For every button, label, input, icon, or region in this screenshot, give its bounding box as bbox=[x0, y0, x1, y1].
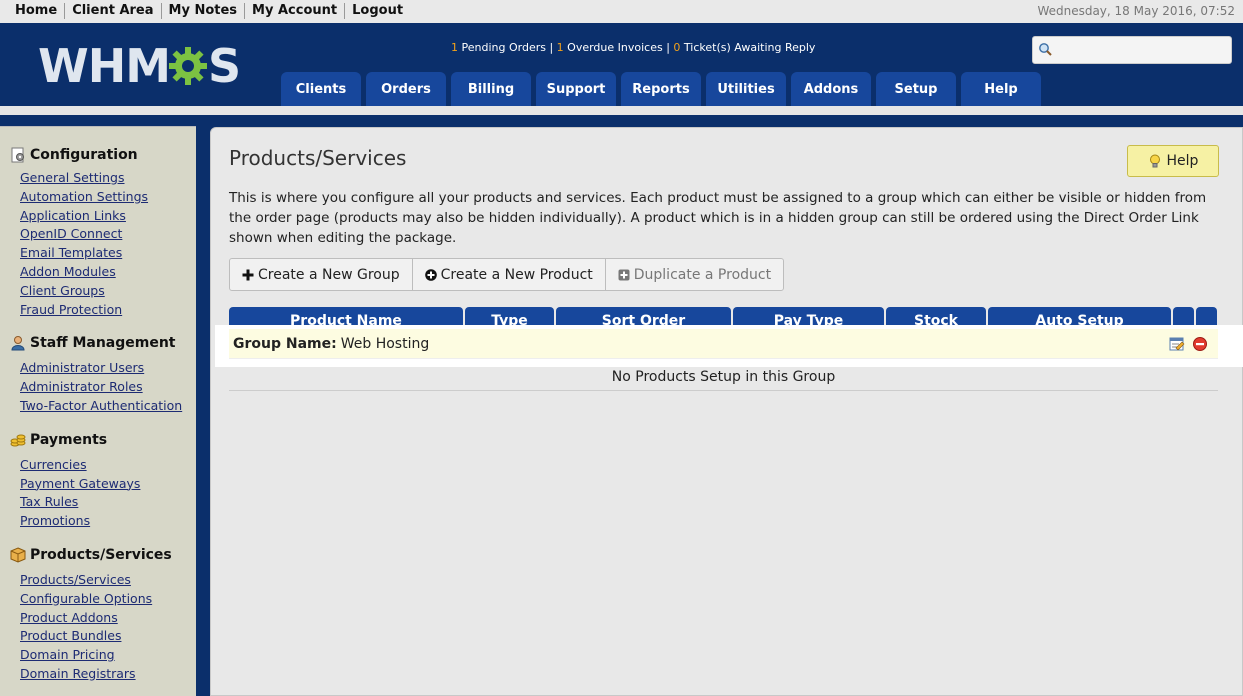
sidebar-heading: Staff Management bbox=[10, 333, 196, 353]
sidebar-section-staff-management: Staff Management Administrator Users Adm… bbox=[10, 333, 196, 415]
sidebar-heading: Configuration bbox=[10, 145, 196, 165]
table-row: Group Name: Web Hosting bbox=[215, 325, 1243, 367]
group-name-row: Group Name: Web Hosting bbox=[229, 329, 1218, 359]
logout-link[interactable]: Logout bbox=[344, 3, 410, 19]
tab-support[interactable]: Support bbox=[536, 72, 616, 106]
page-description: This is where you configure all your pro… bbox=[229, 190, 1207, 246]
tab-setup[interactable]: Setup bbox=[876, 72, 956, 106]
sidebar-item-domain-registrars[interactable]: Domain Registrars bbox=[20, 665, 196, 684]
sidebar-section-products-services: Products/Services Products/Services Conf… bbox=[10, 545, 196, 684]
sidebar-section-payments: Payments Currencies Payment Gateways Tax… bbox=[10, 430, 196, 531]
sidebar-item-domain-pricing[interactable]: Domain Pricing bbox=[20, 646, 196, 665]
main-nav: Clients Orders Billing Support Reports U… bbox=[281, 72, 1046, 106]
sidebar-item-openid-connect[interactable]: OpenID Connect bbox=[20, 225, 196, 244]
sidebar: Configuration General Settings Automatio… bbox=[0, 126, 196, 696]
plus-circle-icon bbox=[424, 268, 437, 281]
box-icon bbox=[10, 547, 26, 563]
tab-reports[interactable]: Reports bbox=[621, 72, 701, 106]
group-row-actions bbox=[1162, 336, 1208, 352]
configuration-icon bbox=[11, 147, 24, 163]
create-group-button[interactable]: Create a New Group bbox=[229, 258, 413, 291]
sidebar-item-general-settings[interactable]: General Settings bbox=[20, 169, 196, 188]
edit-icon[interactable] bbox=[1169, 336, 1185, 352]
product-actions: Create a New Group Create a New Product … bbox=[229, 258, 785, 291]
plus-icon bbox=[242, 269, 254, 280]
sidebar-item-promotions[interactable]: Promotions bbox=[20, 512, 196, 531]
lightbulb-icon bbox=[1149, 154, 1160, 168]
create-group-label: Create a New Group bbox=[258, 266, 400, 283]
delete-icon[interactable] bbox=[1192, 336, 1208, 352]
header-divider-dark bbox=[0, 115, 1243, 126]
logo-text-right: S bbox=[208, 39, 241, 93]
overdue-invoices-label[interactable]: Overdue Invoices | bbox=[567, 41, 670, 54]
notifications-bar: 1 Pending Orders | 1 Overdue Invoices | … bbox=[451, 41, 815, 54]
payments-icon bbox=[10, 434, 26, 447]
tab-orders[interactable]: Orders bbox=[366, 72, 446, 106]
sidebar-heading: Payments bbox=[10, 430, 196, 450]
page-title: Products/Services bbox=[229, 146, 407, 170]
top-links: Home Client Area My Notes My Account Log… bbox=[8, 3, 410, 19]
sidebar-item-product-bundles[interactable]: Product Bundles bbox=[20, 627, 196, 646]
sidebar-section-configuration: Configuration General Settings Automatio… bbox=[10, 145, 196, 319]
sidebar-heading: Products/Services bbox=[10, 545, 196, 565]
sidebar-item-payment-gateways[interactable]: Payment Gateways bbox=[20, 475, 196, 494]
sidebar-item-products-services[interactable]: Products/Services bbox=[20, 571, 196, 590]
tickets-count[interactable]: 0 bbox=[673, 41, 680, 54]
sidebar-heading-label: Configuration bbox=[30, 147, 138, 163]
sidebar-item-tax-rules[interactable]: Tax Rules bbox=[20, 493, 196, 512]
top-bar: Home Client Area My Notes My Account Log… bbox=[0, 0, 1243, 23]
pending-orders-label[interactable]: Pending Orders | bbox=[462, 41, 554, 54]
sidebar-item-client-groups[interactable]: Client Groups bbox=[20, 282, 196, 301]
my-account-link[interactable]: My Account bbox=[244, 3, 344, 19]
duplicate-product-label: Duplicate a Product bbox=[633, 266, 772, 283]
sidebar-item-administrator-roles[interactable]: Administrator Roles bbox=[20, 378, 196, 397]
create-product-label: Create a New Product bbox=[440, 266, 593, 283]
home-link[interactable]: Home bbox=[8, 3, 64, 19]
client-area-link[interactable]: Client Area bbox=[64, 3, 160, 19]
tab-billing[interactable]: Billing bbox=[451, 72, 531, 106]
empty-group-message: No Products Setup in this Group bbox=[229, 367, 1218, 391]
sidebar-item-product-addons[interactable]: Product Addons bbox=[20, 609, 196, 628]
help-button[interactable]: Help bbox=[1127, 145, 1219, 177]
logo-text-left: WHM bbox=[38, 39, 171, 93]
plus-square-icon bbox=[618, 269, 630, 280]
staff-icon bbox=[11, 336, 25, 351]
sidebar-heading-label: Products/Services bbox=[30, 546, 172, 563]
tab-utilities[interactable]: Utilities bbox=[706, 72, 786, 106]
sidebar-item-addon-modules[interactable]: Addon Modules bbox=[20, 263, 196, 282]
duplicate-product-button[interactable]: Duplicate a Product bbox=[604, 258, 785, 291]
group-name-label: Group Name: bbox=[233, 335, 337, 352]
header: WHM S 1 Pending Orders | 1 Overdue Invoi… bbox=[0, 23, 1243, 106]
sidebar-item-administrator-users[interactable]: Administrator Users bbox=[20, 359, 196, 378]
main-content: Products/Services Help This is where you… bbox=[210, 127, 1243, 696]
header-divider bbox=[0, 106, 1243, 115]
sidebar-item-automation-settings[interactable]: Automation Settings bbox=[20, 188, 196, 207]
tab-clients[interactable]: Clients bbox=[281, 72, 361, 106]
help-button-label: Help bbox=[1166, 153, 1199, 169]
search-input[interactable] bbox=[1032, 36, 1232, 64]
tab-addons[interactable]: Addons bbox=[791, 72, 871, 106]
sidebar-heading-label: Staff Management bbox=[30, 335, 176, 352]
sidebar-item-configurable-options[interactable]: Configurable Options bbox=[20, 590, 196, 609]
pending-orders-count[interactable]: 1 bbox=[451, 41, 458, 54]
sidebar-item-application-links[interactable]: Application Links bbox=[20, 207, 196, 226]
my-notes-link[interactable]: My Notes bbox=[160, 3, 245, 19]
search-icon bbox=[1039, 43, 1052, 56]
tab-help[interactable]: Help bbox=[961, 72, 1041, 106]
current-datetime: Wednesday, 18 May 2016, 07:52 bbox=[1037, 4, 1235, 18]
sidebar-item-fraud-protection[interactable]: Fraud Protection bbox=[20, 301, 196, 320]
sidebar-heading-label: Payments bbox=[30, 431, 108, 448]
sidebar-item-two-factor-authentication[interactable]: Two-Factor Authentication bbox=[20, 397, 196, 416]
tickets-label[interactable]: Ticket(s) Awaiting Reply bbox=[684, 41, 816, 54]
sidebar-item-currencies[interactable]: Currencies bbox=[20, 456, 196, 475]
gear-logo-icon bbox=[169, 47, 208, 85]
whmcs-logo[interactable]: WHM S bbox=[38, 39, 241, 93]
sidebar-item-email-templates[interactable]: Email Templates bbox=[20, 244, 196, 263]
overdue-invoices-count[interactable]: 1 bbox=[557, 41, 564, 54]
group-name-value: Web Hosting bbox=[340, 335, 430, 352]
create-product-button[interactable]: Create a New Product bbox=[411, 258, 606, 291]
